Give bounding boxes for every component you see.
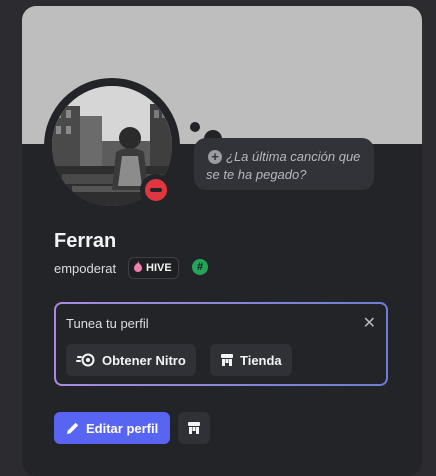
hash-icon[interactable]: # <box>192 259 208 275</box>
guild-tag-label: HIVE <box>146 262 172 274</box>
edit-profile-button[interactable]: Editar perfil <box>54 412 170 444</box>
username[interactable]: empoderat <box>54 261 116 276</box>
thought-dot-small <box>190 122 200 132</box>
tune-profile-panel: Tunea tu perfil ✕ Obtener Nitro Tienda <box>54 302 388 386</box>
tune-profile-title: Tunea tu perfil <box>66 316 149 331</box>
get-nitro-label: Obtener Nitro <box>102 352 186 368</box>
flame-icon <box>133 261 143 275</box>
tune-profile-inner: Tunea tu perfil ✕ Obtener Nitro Tienda <box>56 304 386 384</box>
get-nitro-button[interactable]: Obtener Nitro <box>66 344 196 376</box>
pencil-icon <box>66 421 80 435</box>
edit-profile-label: Editar perfil <box>86 420 159 436</box>
shop-button[interactable]: Tienda <box>210 344 292 376</box>
profile-card: + ¿La última canción que se te ha pegado… <box>22 6 422 476</box>
custom-status-bubble[interactable]: + ¿La última canción que se te ha pegado… <box>194 138 374 190</box>
guild-tag-badge[interactable]: HIVE <box>128 257 179 279</box>
nitro-icon <box>76 353 96 367</box>
shop-icon <box>187 421 201 435</box>
shop-icon <box>220 353 234 367</box>
display-name: Ferran <box>54 230 117 252</box>
status-indicator <box>140 174 172 206</box>
shop-icon-button[interactable] <box>178 412 210 444</box>
close-icon[interactable]: ✕ <box>363 313 376 333</box>
custom-status-placeholder: ¿La última canción que se te ha pegado? <box>206 149 361 182</box>
shop-label: Tienda <box>240 352 282 368</box>
dnd-status-icon <box>145 179 167 201</box>
